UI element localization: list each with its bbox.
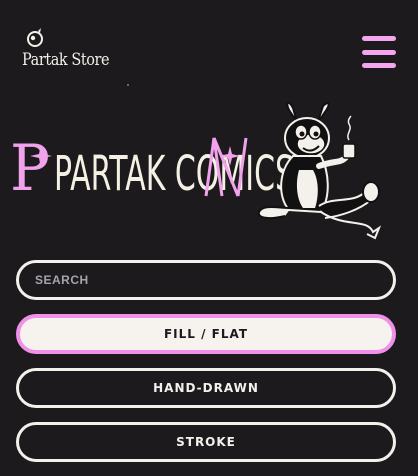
search-input[interactable] <box>16 260 396 300</box>
svg-text:P: P <box>10 132 50 200</box>
hand-drawn-label: HAND-DRAWN <box>153 381 259 395</box>
decorative-dot <box>127 84 129 86</box>
site-header: Partak Store <box>0 0 418 100</box>
stroke-filter-button[interactable]: STROKE <box>16 422 396 462</box>
logo-mark-icon <box>27 28 43 47</box>
fill-flat-label: FILL / FLAT <box>163 327 249 341</box>
hamburger-bar <box>362 63 396 68</box>
stroke-label: STROKE <box>176 435 236 449</box>
fill-flat-filter-button[interactable]: FILL / FLAT <box>16 314 396 354</box>
hamburger-menu-icon[interactable] <box>362 36 396 68</box>
hero-banner: P PARTAK COMICS <box>0 100 418 240</box>
logo-text: Partak Store <box>22 50 110 70</box>
hand-drawn-filter-button[interactable]: HAND-DRAWN <box>16 368 396 408</box>
hamburger-bar <box>362 36 396 41</box>
partak-store-logo[interactable]: Partak Store <box>20 28 110 74</box>
hamburger-bar <box>362 49 396 55</box>
devil-cat-mascot-illustration <box>257 102 382 240</box>
